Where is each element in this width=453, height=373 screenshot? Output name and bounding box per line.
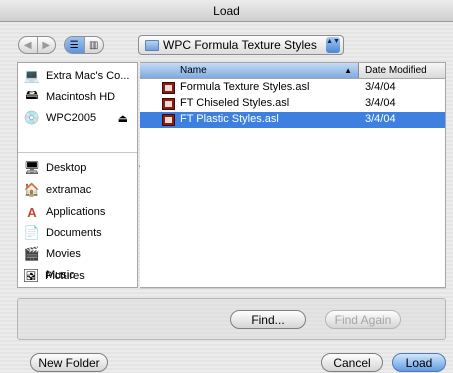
sidebar-item-label: Movies xyxy=(46,248,81,260)
file-date: 3/4/04 xyxy=(365,97,396,109)
file-row-selected[interactable]: FT Plastic Styles.asl 3/4/04 xyxy=(140,112,445,128)
sidebar-item-movies[interactable]: 🎬 Movies xyxy=(24,244,136,264)
sidebar-item-desktop[interactable]: 🖥 Desktop xyxy=(24,158,136,178)
sidebar-separator xyxy=(18,152,137,153)
sidebar-item-macintosh-hd[interactable]: 🖴 Macintosh HD xyxy=(24,87,136,107)
sidebar-item-wpc2005[interactable]: 💿 WPC2005 ⏏ xyxy=(24,108,136,128)
sidebar-item-label: Macintosh HD xyxy=(46,91,116,103)
sidebar-item-label: Extra Mac's Co... xyxy=(46,70,130,82)
folder-icon xyxy=(145,39,159,51)
name-column-header[interactable]: Name ▲ xyxy=(140,63,359,78)
back-button[interactable]: ◀ xyxy=(19,37,37,53)
sidebar-item-extramac[interactable]: 🏠 extramac xyxy=(24,180,136,200)
movies-icon: 🎬 xyxy=(23,246,41,261)
popup-arrows-icon: ▲▼ xyxy=(326,37,340,53)
back-arrow-icon: ◀ xyxy=(23,39,32,51)
find-again-button[interactable]: Find Again xyxy=(325,310,401,329)
sidebar-item-documents[interactable]: 📄 Documents xyxy=(24,223,136,243)
asl-file-icon xyxy=(162,98,175,110)
dialog-body: ◀ ▶ ☰ ▥ WPC Formula Texture Styles ▲▼ 💻 … xyxy=(0,22,453,373)
applications-icon: A xyxy=(27,204,37,220)
cancel-button[interactable]: Cancel xyxy=(321,353,383,372)
sidebar-item-label: extramac xyxy=(46,184,92,196)
navigation-back-forward: ◀ ▶ xyxy=(18,36,56,54)
list-view-button[interactable]: ☰ xyxy=(65,37,84,53)
horizontal-scrollbar[interactable] xyxy=(140,288,446,292)
location-popup[interactable]: WPC Formula Texture Styles ▲▼ xyxy=(138,35,344,55)
computer-icon: 💻 xyxy=(23,68,41,83)
asl-file-icon xyxy=(162,82,175,94)
eject-icon[interactable]: ⏏ xyxy=(118,112,128,125)
documents-icon: 📄 xyxy=(23,225,41,240)
forward-button[interactable]: ▶ xyxy=(36,37,56,53)
file-row[interactable]: Formula Texture Styles.asl 3/4/04 xyxy=(140,80,445,96)
file-name: FT Chiseled Styles.asl xyxy=(180,97,290,109)
home-icon: 🏠 xyxy=(23,182,41,197)
desktop-icon: 🖥 xyxy=(23,160,41,175)
window-title: Load xyxy=(0,0,453,22)
date-column-header[interactable]: Date Modified xyxy=(365,63,427,78)
file-list: Name ▲ Date Modified Formula Texture Sty… xyxy=(140,62,446,288)
location-label: WPC Formula Texture Styles xyxy=(163,38,317,52)
find-button[interactable]: Find... xyxy=(230,310,306,329)
sort-ascending-icon: ▲ xyxy=(344,66,352,75)
sidebar-item-label: Applications xyxy=(46,206,106,218)
file-name: FT Plastic Styles.asl xyxy=(180,113,279,125)
name-column-label: Name xyxy=(180,65,207,76)
file-date: 3/4/04 xyxy=(365,113,396,125)
asl-file-icon xyxy=(162,114,175,126)
view-mode-control: ☰ ▥ xyxy=(64,36,104,54)
hard-drive-icon: 🖴 xyxy=(25,87,39,102)
column-view-icon: ▥ xyxy=(89,39,99,51)
file-name: Formula Texture Styles.asl xyxy=(180,81,310,93)
search-panel: Find... Find Again xyxy=(17,298,446,340)
pictures-icon: 🖼 xyxy=(22,268,40,283)
sidebar-item-label: Documents xyxy=(46,227,102,239)
disc-icon: 💿 xyxy=(23,110,41,125)
file-row[interactable]: FT Chiseled Styles.asl 3/4/04 xyxy=(140,96,445,112)
forward-arrow-icon: ▶ xyxy=(42,39,51,51)
sidebar-item-applications[interactable]: A Applications xyxy=(24,202,136,222)
new-folder-button[interactable]: New Folder xyxy=(30,353,108,372)
sidebar-item-pictures[interactable]: 🖼 Pictures xyxy=(23,266,135,286)
sidebar-item-label: Pictures xyxy=(45,270,85,282)
sidebar: 💻 Extra Mac's Co... 🖴 Macintosh HD 💿 WPC… xyxy=(17,62,138,288)
list-view-icon: ☰ xyxy=(69,39,79,51)
sidebar-item-label: WPC2005 xyxy=(46,112,97,124)
sidebar-item-label: Desktop xyxy=(46,162,87,174)
file-date: 3/4/04 xyxy=(365,81,396,93)
load-button[interactable]: Load xyxy=(392,353,446,372)
column-view-button[interactable]: ▥ xyxy=(83,37,104,53)
column-header: Name ▲ Date Modified xyxy=(140,63,445,79)
sidebar-item-computer[interactable]: 💻 Extra Mac's Co... xyxy=(24,66,136,86)
